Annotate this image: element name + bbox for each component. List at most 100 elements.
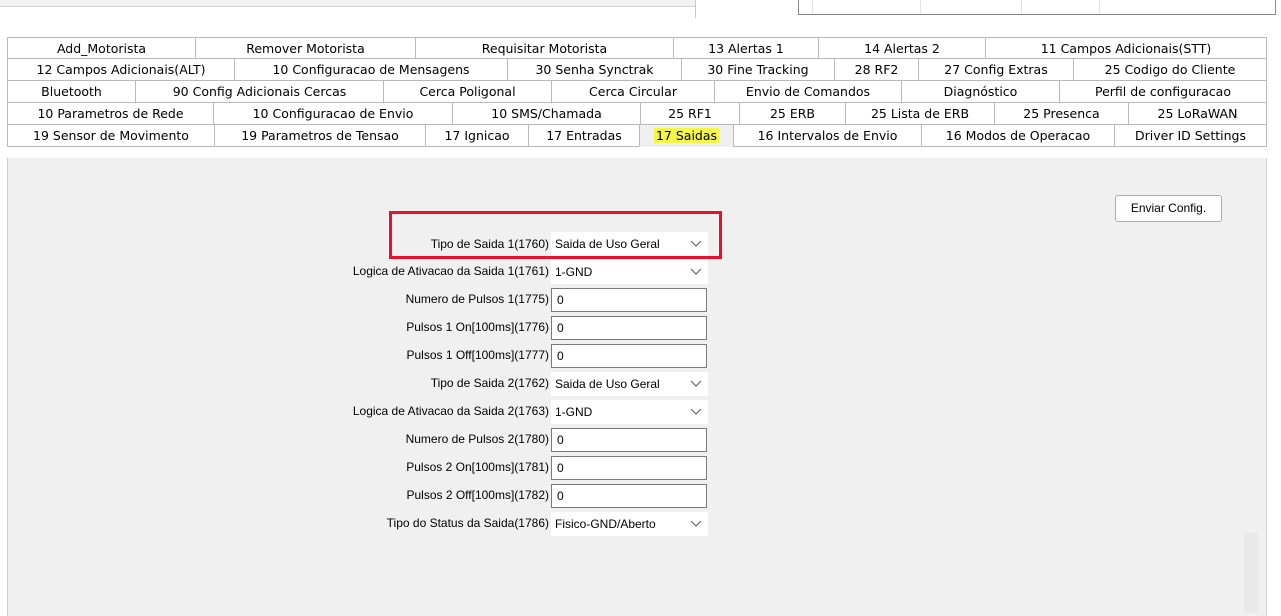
enviar-config-button[interactable]: Enviar Config. [1115,195,1222,222]
logica-ativacao-saida-2-label: Logica de Ativacao da Saida 2(1763) [352,404,549,418]
tab-12-campos-adicionais-alt[interactable]: 12 Campos Adicionais(ALT) [7,59,234,81]
logica-ativacao-saida-1-select[interactable]: 1-GND [551,260,708,284]
tab-label: Diagnóstico [943,84,1018,99]
tab-label: Requisitar Motorista [481,41,608,56]
tab-label: Bluetooth [41,84,102,99]
tab-14-alertas-2[interactable]: 14 Alertas 2 [818,37,985,59]
tipo-de-saida-2-select[interactable]: Saida de Uso Geral [551,372,708,396]
tab-11-campos-adicionais-stt[interactable]: 11 Campos Adicionais(STT) [985,37,1267,59]
tab-label: Envio de Comandos [745,84,871,99]
tipo-de-saida-1-select[interactable]: Saida de Uso Geral [551,232,708,256]
pulsos-2-on-label: Pulsos 2 On[100ms](1781) [406,460,549,474]
tab-13-alertas-1[interactable]: 13 Alertas 1 [673,37,818,59]
tab-label: Cerca Circular [589,84,677,99]
tab-label: 10 Configuracao de Envio [252,106,414,121]
tab-19-parametros-de-tensao[interactable]: 19 Parametros de Tensao [214,125,425,147]
pulsos-1-off-label: Pulsos 1 Off[100ms](1777) [406,348,549,362]
tab-label: 14 Alertas 2 [864,41,940,56]
tab-17-entradas[interactable]: 17 Entradas [528,125,639,147]
tab-envio-de-comandos[interactable]: Envio de Comandos [714,81,901,103]
tipo-status-saida-label: Tipo do Status da Saida(1786) [386,516,549,530]
pulsos-2-on-input[interactable]: 0 [551,456,707,480]
tab-30-senha-synctrak[interactable]: 30 Senha Synctrak [507,59,681,81]
tab-30-fine-tracking[interactable]: 30 Fine Tracking [681,59,834,81]
tab-perfil-de-configuracao[interactable]: Perfil de configuracao [1059,81,1267,103]
tab-driver-id-settings[interactable]: Driver ID Settings [1114,125,1267,147]
pulsos-2-off-label: Pulsos 2 Off[100ms](1782) [406,488,549,502]
tab-label: 17 Entradas [546,128,622,143]
tab-bar: Add_Motorista Remover Motorista Requisit… [7,37,1267,147]
chevron-down-icon [690,240,702,247]
tab-bluetooth[interactable]: Bluetooth [7,81,135,103]
tab-label: 90 Config Adicionais Cercas [172,84,347,99]
pulsos-2-off-input[interactable]: 0 [551,484,707,508]
tab-90-config-adicionais-cercas[interactable]: 90 Config Adicionais Cercas [135,81,383,103]
tab-label: 25 ERB [769,106,816,121]
tab-label: 30 Senha Synctrak [535,62,654,77]
chevron-down-icon [690,268,702,275]
tab-requisitar-motorista[interactable]: Requisitar Motorista [415,37,673,59]
tab-17-saidas[interactable]: 17 Saidas [639,125,733,147]
pulsos-1-on-input[interactable]: 0 [551,316,707,340]
logica-ativacao-saida-1-label: Logica de Ativacao da Saida 1(1761) [352,264,549,278]
chevron-down-icon [690,520,702,527]
panel-scrollbar[interactable] [1244,533,1258,613]
tab-label: Add_Motorista [56,41,147,56]
tab-label: Cerca Poligonal [419,84,516,99]
tab-25-erb[interactable]: 25 ERB [739,103,845,125]
tab-row-3: Bluetooth 90 Config Adicionais Cercas Ce… [7,81,1267,103]
tab-25-presenca[interactable]: 25 Presenca [994,103,1128,125]
tab-label: 10 Configuracao de Mensagens [272,62,470,77]
tab-25-lorawan[interactable]: 25 LoRaWAN [1128,103,1267,125]
select-value: 1-GND [555,405,593,419]
tab-label: 10 Parametros de Rede [37,106,184,121]
chevron-down-icon [690,380,702,387]
tab-label: 10 SMS/Chamada [491,106,602,121]
tab-row-1: Add_Motorista Remover Motorista Requisit… [7,37,1267,59]
tab-17-ignicao[interactable]: 17 Ignicao [425,125,528,147]
tab-cerca-poligonal[interactable]: Cerca Poligonal [383,81,551,103]
tab-10-configuracao-de-mensagens[interactable]: 10 Configuracao de Mensagens [234,59,507,81]
tab-27-config-extras[interactable]: 27 Config Extras [918,59,1073,81]
numero-de-pulsos-1-input[interactable]: 0 [551,288,707,312]
tab-label: 11 Campos Adicionais(STT) [1040,41,1212,56]
tab-label: Driver ID Settings [1135,128,1246,143]
tab-label: 28 RF2 [854,62,899,77]
tab-label: 13 Alertas 1 [708,41,784,56]
tab-cerca-circular[interactable]: Cerca Circular [551,81,714,103]
pulsos-1-on-label: Pulsos 1 On[100ms](1776) [406,320,549,334]
top-strip-left [0,0,695,7]
tab-label: 19 Sensor de Movimento [33,128,189,143]
tab-label: Perfil de configuracao [1095,84,1231,99]
tab-19-sensor-de-movimento[interactable]: 19 Sensor de Movimento [7,125,214,147]
tab-label: 30 Fine Tracking [707,62,809,77]
tab-label: 12 Campos Adicionais(ALT) [36,62,206,77]
tab-add-motorista[interactable]: Add_Motorista [7,37,195,59]
numero-de-pulsos-2-input[interactable]: 0 [551,428,707,452]
tab-diagnostico[interactable]: Diagnóstico [901,81,1059,103]
tab-label: 25 LoRaWAN [1157,106,1238,121]
tab-10-configuracao-de-envio[interactable]: 10 Configuracao de Envio [213,103,452,125]
tab-16-intervalos-de-envio[interactable]: 16 Intervalos de Envio [733,125,921,147]
tab-label: 19 Parametros de Tensao [241,128,399,143]
tab-label: 16 Modos de Operacao [945,128,1091,143]
tab-10-parametros-de-rede[interactable]: 10 Parametros de Rede [7,103,213,125]
tipo-status-saida-select[interactable]: Fisico-GND/Aberto [551,512,708,536]
tab-10-sms-chamada[interactable]: 10 SMS/Chamada [452,103,640,125]
tab-remover-motorista[interactable]: Remover Motorista [195,37,415,59]
tab-label-active: 17 Saidas [653,128,720,143]
tab-label: 27 Config Extras [944,62,1048,77]
tab-25-rf1[interactable]: 25 RF1 [640,103,739,125]
select-value: Fisico-GND/Aberto [555,517,656,531]
tab-25-codigo-do-cliente[interactable]: 25 Codigo do Cliente [1073,59,1267,81]
tab-row-2: 12 Campos Adicionais(ALT) 10 Configuraca… [7,59,1267,81]
tab-25-lista-de-erb[interactable]: 25 Lista de ERB [845,103,994,125]
select-value: Saida de Uso Geral [555,377,660,391]
top-strip-divider [695,0,696,18]
pulsos-1-off-input[interactable]: 0 [551,344,707,368]
tab-label: 25 Codigo do Cliente [1104,62,1236,77]
tab-16-modos-de-operacao[interactable]: 16 Modos de Operacao [921,125,1114,147]
logica-ativacao-saida-2-select[interactable]: 1-GND [551,400,708,424]
tab-label: 17 Ignicao [444,128,510,143]
tab-28-rf2[interactable]: 28 RF2 [834,59,918,81]
